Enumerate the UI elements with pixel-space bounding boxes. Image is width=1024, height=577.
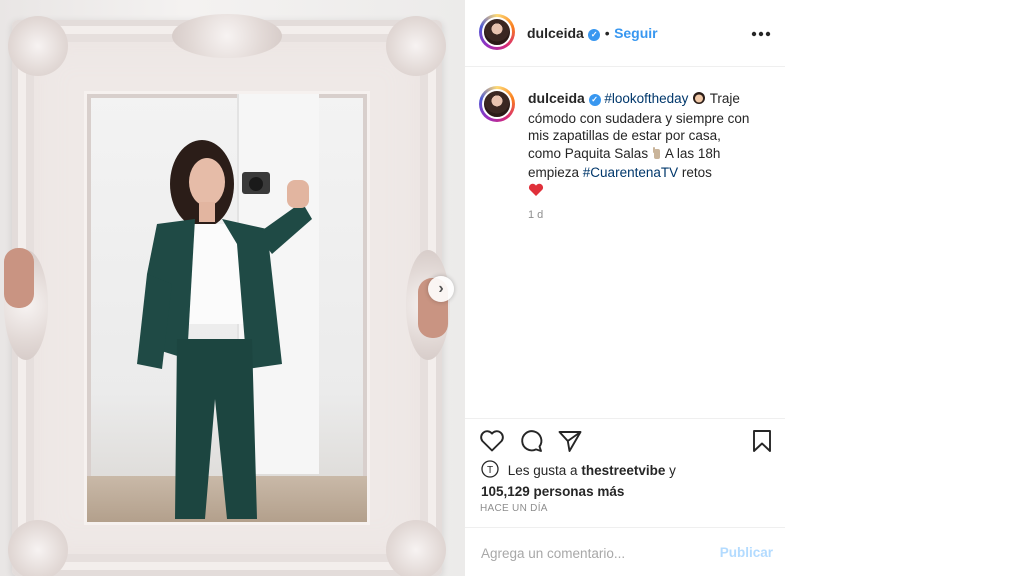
bookmark-icon[interactable]: [751, 429, 773, 458]
comment-form: Publicar: [465, 527, 785, 577]
caption-username[interactable]: dulceida: [528, 90, 585, 106]
chevron-right-icon[interactable]: ›: [428, 276, 454, 302]
left-hand: [4, 248, 34, 308]
verified-icon: ✓: [588, 93, 601, 106]
likes-summary: T Les gusta a thestreetvibe y 105,129 pe…: [481, 460, 771, 501]
more-options-icon[interactable]: [751, 22, 771, 40]
follow-button[interactable]: Seguir: [614, 25, 658, 41]
page-background: [785, 0, 1024, 576]
post-header: dulceida ✓ • Seguir: [465, 0, 785, 67]
frame-ornament: [386, 16, 446, 76]
username-link[interactable]: dulceida: [527, 25, 584, 41]
likes-prefix: Les gusta a: [507, 463, 578, 478]
avatar[interactable]: [479, 14, 515, 50]
heart-icon[interactable]: [479, 429, 505, 458]
frame-ornament: [172, 14, 282, 58]
caption-avatar[interactable]: [479, 86, 515, 122]
likes-count[interactable]: 105,129 personas más: [481, 484, 624, 499]
frame-ornament: [386, 520, 446, 576]
action-bar: [465, 418, 785, 459]
mirror-reflection: [87, 94, 367, 522]
post-sidebar: dulceida ✓ • Seguir dulceida ✓ #lookofth…: [465, 0, 785, 576]
hashtag-link[interactable]: #lookoftheday: [604, 91, 688, 106]
caption-text: retos: [681, 165, 712, 180]
post-date[interactable]: HACE UN DÍA: [480, 503, 548, 514]
publish-button[interactable]: Publicar: [720, 545, 773, 560]
comment-input[interactable]: [479, 542, 703, 564]
post-image[interactable]: ›: [0, 0, 465, 576]
liker-username[interactable]: thestreetvibe: [581, 463, 665, 478]
heart-emoji-icon: [528, 183, 544, 202]
avatar-image: [482, 89, 512, 119]
separator-dot: •: [604, 25, 610, 41]
woman-emoji-icon: [692, 91, 706, 110]
avatar-image: [482, 17, 512, 47]
caption-timestamp[interactable]: 1 d: [528, 209, 543, 221]
comment-icon[interactable]: [518, 429, 544, 458]
hand-emoji-icon: [652, 146, 662, 165]
header-user-line: dulceida ✓ • Seguir: [527, 25, 658, 43]
frame-ornament: [8, 16, 68, 76]
verified-icon: ✓: [588, 28, 601, 41]
svg-text:T: T: [487, 465, 493, 476]
post-caption: dulceida ✓ #lookoftheday Traje cómodo co…: [528, 90, 753, 201]
likes-connector: y: [669, 463, 676, 478]
liker-avatar-icon[interactable]: T: [481, 460, 499, 483]
frame-ornament: [8, 520, 68, 576]
share-icon[interactable]: [557, 429, 583, 458]
woman-figure: [137, 140, 312, 519]
hashtag-link[interactable]: #CuarentenaTV: [583, 165, 678, 180]
